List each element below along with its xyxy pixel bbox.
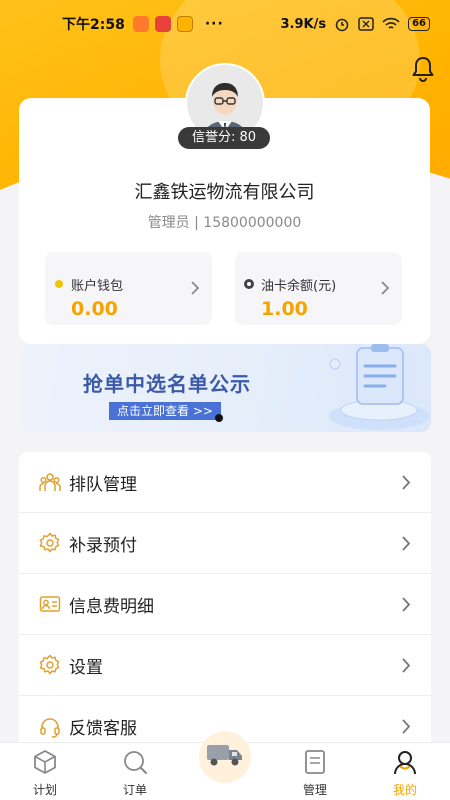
- tab-label: 计划: [32, 783, 57, 797]
- menu-item-queue-management[interactable]: 排队管理: [19, 452, 431, 513]
- tab-label: 订单: [122, 783, 147, 797]
- document-icon: [305, 750, 325, 774]
- gear-icon: [39, 532, 60, 553]
- tab-truck[interactable]: [180, 731, 270, 800]
- headset-icon: [40, 717, 60, 738]
- chevron-right-icon: [402, 597, 411, 612]
- box-icon: [34, 750, 56, 774]
- battery-level: 66: [408, 17, 430, 31]
- menu-label: 反馈客服: [69, 719, 137, 739]
- bell-icon[interactable]: [410, 55, 436, 83]
- fuel-card-balance-card[interactable]: 油卡余额(元) 1.00: [235, 252, 402, 325]
- fuel-card-label: 油卡余额(元): [261, 279, 337, 294]
- notification-app-icon: [176, 16, 193, 32]
- credit-score-badge: 信誉分: 80: [178, 127, 270, 149]
- chevron-right-icon: [191, 281, 200, 295]
- bottom-tab-bar: 计划 订单 管理 我的: [0, 731, 450, 800]
- menu-list: 排队管理 补录预付 信息费明细 设置 反馈客服: [19, 452, 431, 757]
- chevron-right-icon: [402, 536, 411, 551]
- status-time: 下午2:58: [62, 17, 125, 33]
- company-name: 汇鑫铁运物流有限公司: [134, 182, 315, 203]
- menu-item-prepay-supplement[interactable]: 补录预付: [19, 513, 431, 574]
- chevron-right-icon: [402, 475, 411, 490]
- tab-orders[interactable]: 订单: [90, 743, 180, 800]
- account-wallet-card[interactable]: 账户钱包 0.00: [45, 252, 212, 325]
- fuel-card-dot-icon: [244, 279, 254, 289]
- sim-icon: [358, 17, 374, 31]
- tab-label: 我的: [392, 783, 417, 797]
- chevron-right-icon: [402, 719, 411, 734]
- menu-label: 设置: [69, 657, 103, 678]
- chevron-right-icon: [402, 658, 411, 673]
- banner-title: 抢单中选名单公示: [83, 372, 251, 396]
- tab-plan[interactable]: 计划: [0, 743, 90, 800]
- tab-management[interactable]: 管理: [270, 743, 360, 800]
- banner-cta-button[interactable]: 点击立即查看 >>: [109, 402, 221, 420]
- network-speed: 3.9K/s: [280, 16, 327, 32]
- id-card-icon: [39, 596, 61, 612]
- status-bar: 下午2:58 ··· 3.9K/s 66: [0, 0, 450, 48]
- wallet-dot-icon: [55, 280, 63, 288]
- menu-label: 排队管理: [69, 474, 137, 495]
- search-icon: [124, 751, 147, 774]
- menu-label: 信息费明细: [69, 596, 154, 617]
- wallet-label: 账户钱包: [71, 279, 124, 294]
- wifi-icon: [382, 17, 400, 29]
- settings-icon: [39, 654, 60, 675]
- tab-mine[interactable]: 我的: [360, 743, 450, 800]
- queue-people-icon: [39, 473, 61, 491]
- menu-label: 补录预付: [69, 535, 137, 556]
- menu-item-info-fee-details[interactable]: 信息费明细: [19, 574, 431, 635]
- promo-banner[interactable]: 抢单中选名单公示 点击立即查看 >>: [19, 344, 431, 432]
- user-icon: [394, 751, 416, 775]
- notification-app-icon: [132, 16, 149, 32]
- fuel-card-amount: 1.00: [261, 298, 308, 320]
- chevron-right-icon: [381, 281, 390, 295]
- alarm-icon: [335, 18, 349, 32]
- wallet-amount: 0.00: [71, 298, 118, 320]
- notification-app-icon: [154, 16, 171, 32]
- user-role-phone: 管理员 | 15800000000: [147, 215, 302, 231]
- menu-item-settings[interactable]: 设置: [19, 635, 431, 696]
- more-notifications-icon: ···: [204, 16, 224, 32]
- truck-icon: [207, 745, 242, 766]
- banner-pager-dot: [215, 414, 223, 422]
- tab-label: 管理: [302, 783, 327, 797]
- clipboard-illustration-icon: [329, 344, 429, 430]
